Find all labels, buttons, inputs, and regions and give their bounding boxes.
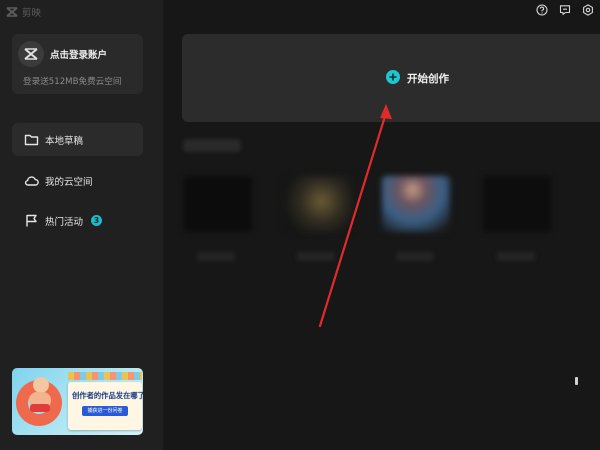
draft-caption-placeholder (497, 252, 535, 261)
section-title-placeholder (183, 139, 241, 152)
draft-caption-placeholder (197, 252, 235, 261)
person-shorts-illustration (30, 404, 50, 412)
promo-sign: 创作者的作品发在哪了? 捕获进一份问卷 (68, 382, 143, 430)
plus-icon (386, 70, 400, 84)
login-subtitle: 登录送512MB免费云空间 (23, 77, 122, 87)
notification-badge: 3 (91, 215, 102, 226)
sidebar: 剪映 点击登录账户 登录送512MB免费云空间 本地草稿 我的云空间 热门活动 … (0, 0, 164, 450)
start-creation-card[interactable]: 开始创作 (182, 34, 600, 122)
sidebar-item-label: 我的云空间 (45, 177, 93, 188)
app-name: 剪映 (22, 8, 42, 19)
sidebar-item-label: 本地草稿 (45, 136, 84, 147)
sidebar-item-local-drafts[interactable]: 本地草稿 (12, 123, 143, 156)
draft-thumbnail[interactable] (184, 176, 252, 232)
folder-icon (24, 134, 39, 146)
login-card[interactable]: 点击登录账户 登录送512MB免费云空间 (12, 34, 143, 94)
start-creation-label: 开始创作 (407, 73, 449, 85)
sidebar-item-label: 热门活动 (45, 217, 84, 228)
sidebar-item-hot-events[interactable]: 热门活动 3 (12, 204, 143, 237)
help-icon[interactable] (536, 4, 548, 16)
top-toolbar (536, 4, 600, 18)
person-head-illustration (33, 377, 49, 393)
scroll-indicator[interactable] (575, 377, 578, 385)
sidebar-item-cloud-space[interactable]: 我的云空间 (12, 164, 143, 197)
bunting-decoration (68, 372, 142, 380)
flag-icon (26, 214, 37, 227)
app-logo-icon (24, 48, 38, 60)
app-logo-icon (6, 7, 18, 17)
draft-caption-placeholder (297, 252, 335, 261)
promo-button[interactable]: 捕获进一份问卷 (82, 406, 128, 416)
promo-banner[interactable]: 创作者的作品发在哪了? 捕获进一份问卷 (12, 368, 143, 435)
promo-title: 创作者的作品发在哪了? (72, 391, 143, 400)
draft-thumbnail[interactable] (284, 176, 352, 232)
avatar[interactable] (18, 41, 44, 67)
cloud-icon (24, 176, 39, 186)
draft-thumbnail[interactable] (382, 176, 450, 232)
draft-thumbnail[interactable] (483, 176, 551, 232)
login-title[interactable]: 点击登录账户 (50, 47, 107, 61)
app-brand: 剪映 (6, 5, 41, 19)
feedback-icon[interactable] (559, 4, 571, 16)
settings-icon[interactable] (582, 4, 594, 16)
draft-caption-placeholder (396, 252, 434, 261)
